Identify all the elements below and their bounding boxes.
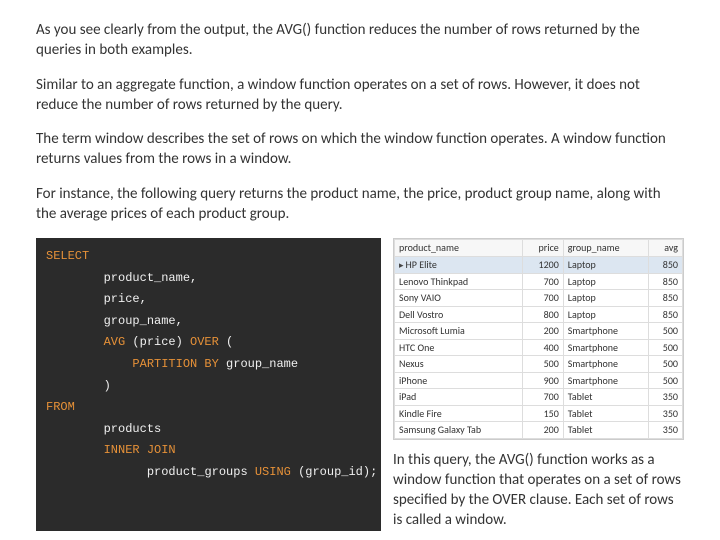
cell-avg: 500: [649, 356, 683, 373]
cell-price: 200: [522, 422, 563, 439]
kw-partition: PARTITION BY: [132, 357, 218, 371]
th-product-name: product_name: [395, 240, 523, 257]
cell-group: Smartphone: [563, 339, 648, 356]
sql-col1: product_name,: [104, 271, 198, 285]
sql-tbl1: products: [104, 422, 162, 436]
cell-product-name: iPhone: [395, 372, 523, 389]
table-row: HTC One400Smartphone500: [395, 339, 683, 356]
th-avg: avg: [649, 240, 683, 257]
cell-price: 400: [522, 339, 563, 356]
cell-product-name: Kindle Fire: [395, 405, 523, 422]
table-row: Nexus500Smartphone500: [395, 356, 683, 373]
cell-product-name: HP Elite: [395, 256, 523, 273]
table-row: HP Elite1200Laptop850: [395, 256, 683, 273]
cell-group: Tablet: [563, 389, 648, 406]
cell-avg: 850: [649, 273, 683, 290]
cell-group: Laptop: [563, 290, 648, 307]
paragraph-1: As you see clearly from the output, the …: [36, 20, 684, 61]
cell-avg: 850: [649, 306, 683, 323]
cell-avg: 350: [649, 405, 683, 422]
sql-col2: price,: [104, 292, 147, 306]
table-header-row: product_name price group_name avg: [395, 240, 683, 257]
sql-partition-col: group_name: [219, 357, 298, 371]
cell-price: 900: [522, 372, 563, 389]
kw-over: OVER: [190, 335, 219, 349]
paragraph-3: The term window describes the set of row…: [36, 129, 684, 170]
kw-using: USING: [255, 465, 291, 479]
explanation-text: In this query, the AVG() function works …: [393, 450, 684, 531]
cell-price: 700: [522, 290, 563, 307]
cell-product-name: Lenovo Thinkpad: [395, 273, 523, 290]
cell-product-name: HTC One: [395, 339, 523, 356]
cell-group: Smartphone: [563, 372, 648, 389]
kw-from: FROM: [46, 400, 75, 414]
table-row: Lenovo Thinkpad700Laptop850: [395, 273, 683, 290]
content-row: SELECT product_name, price, group_name, …: [36, 238, 684, 531]
paragraph-4: For instance, the following query return…: [36, 184, 684, 225]
cell-avg: 500: [649, 339, 683, 356]
cell-avg: 500: [649, 372, 683, 389]
cell-price: 800: [522, 306, 563, 323]
cell-price: 700: [522, 389, 563, 406]
th-price: price: [522, 240, 563, 257]
sql-tbl2: product_groups: [147, 465, 255, 479]
sql-close-paren: ): [104, 379, 111, 393]
cell-group: Tablet: [563, 405, 648, 422]
table-row: Samsung Galaxy Tab200Tablet350: [395, 422, 683, 439]
cell-group: Tablet: [563, 422, 648, 439]
table-row: Sony VAIO700Laptop850: [395, 290, 683, 307]
cell-group: Laptop: [563, 273, 648, 290]
cell-group: Smartphone: [563, 323, 648, 340]
cell-group: Laptop: [563, 306, 648, 323]
kw-avg: AVG: [104, 335, 126, 349]
th-group-name: group_name: [563, 240, 648, 257]
paragraph-2: Similar to an aggregate function, a wind…: [36, 75, 684, 116]
cell-price: 1200: [522, 256, 563, 273]
result-table: product_name price group_name avg HP Eli…: [394, 239, 683, 439]
cell-product-name: Microsoft Lumia: [395, 323, 523, 340]
cell-price: 200: [522, 323, 563, 340]
sql-code-block: SELECT product_name, price, group_name, …: [36, 238, 381, 531]
cell-group: Laptop: [563, 256, 648, 273]
cell-price: 500: [522, 356, 563, 373]
table-row: Kindle Fire150Tablet350: [395, 405, 683, 422]
sql-over-open: (: [219, 335, 233, 349]
result-table-wrap: product_name price group_name avg HP Eli…: [393, 238, 684, 440]
sql-using-arg: (group_id);: [291, 465, 377, 479]
cell-avg: 350: [649, 389, 683, 406]
cell-product-name: Samsung Galaxy Tab: [395, 422, 523, 439]
cell-price: 150: [522, 405, 563, 422]
table-row: Microsoft Lumia200Smartphone500: [395, 323, 683, 340]
cell-product-name: Dell Vostro: [395, 306, 523, 323]
cell-avg: 350: [649, 422, 683, 439]
sql-col3: group_name,: [104, 314, 183, 328]
kw-inner: INNER JOIN: [104, 443, 176, 457]
cell-product-name: iPad: [395, 389, 523, 406]
cell-group: Smartphone: [563, 356, 648, 373]
table-row: iPhone900Smartphone500: [395, 372, 683, 389]
cell-price: 700: [522, 273, 563, 290]
kw-select: SELECT: [46, 249, 89, 263]
table-row: iPad700Tablet350: [395, 389, 683, 406]
table-row: Dell Vostro800Laptop850: [395, 306, 683, 323]
sql-avg-arg: (price): [125, 335, 190, 349]
cell-avg: 850: [649, 256, 683, 273]
cell-product-name: Sony VAIO: [395, 290, 523, 307]
cell-product-name: Nexus: [395, 356, 523, 373]
cell-avg: 500: [649, 323, 683, 340]
right-column: product_name price group_name avg HP Eli…: [393, 238, 684, 531]
cell-avg: 850: [649, 290, 683, 307]
